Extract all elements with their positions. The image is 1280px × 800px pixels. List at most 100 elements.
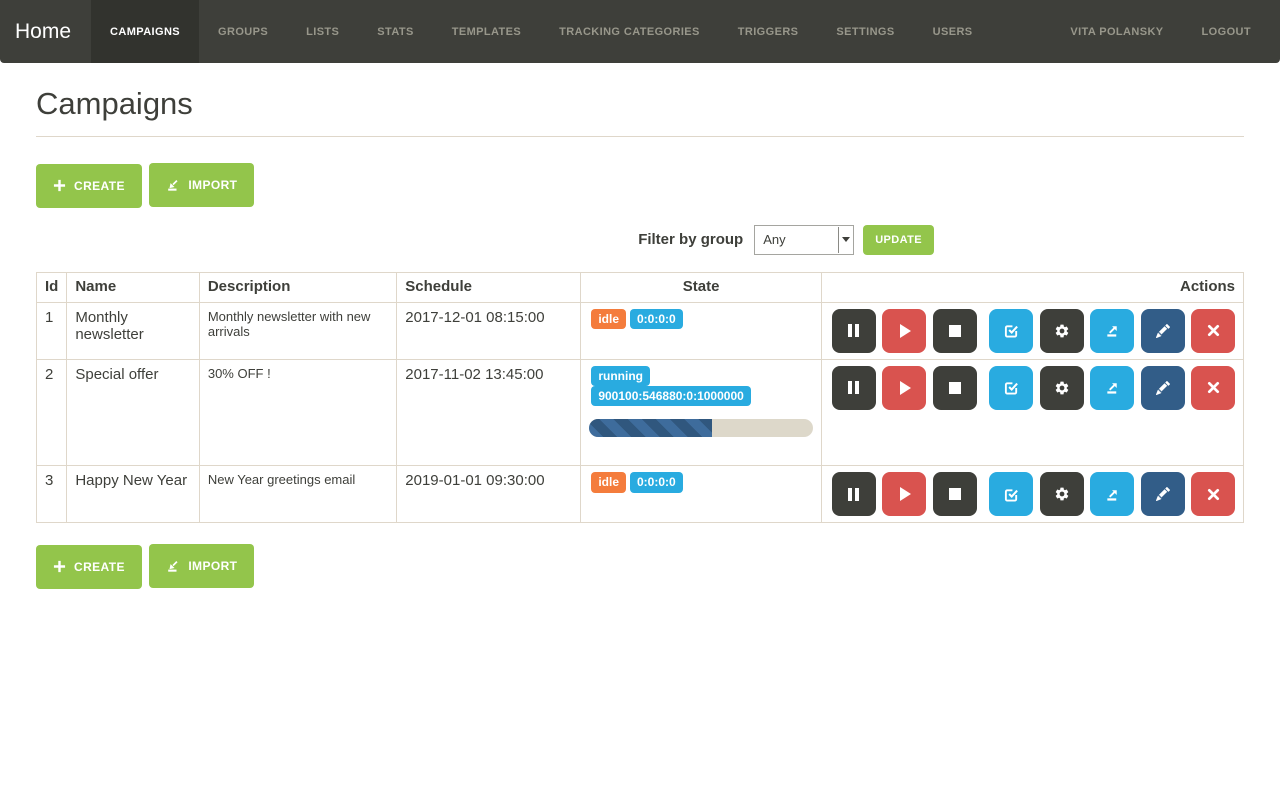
pause-button[interactable] — [832, 366, 876, 410]
pause-button[interactable] — [832, 309, 876, 353]
filter-row: Filter by group Any UPDATE — [36, 225, 1244, 255]
campaign-schedule: 2017-12-01 08:15:00 — [397, 302, 581, 359]
close-icon — [1207, 324, 1220, 337]
import-icon — [166, 559, 180, 573]
navbar-right-items: VITA POLANSKYLOGOUT — [1051, 0, 1280, 63]
export-icon — [1105, 323, 1120, 338]
nav-item-vita-polansky[interactable]: VITA POLANSKY — [1051, 0, 1182, 63]
counter-badge: 0:0:0:0 — [630, 472, 683, 492]
campaign-schedule: 2019-01-01 09:30:00 — [397, 466, 581, 523]
top-toolbar: CREATE IMPORT — [36, 163, 1244, 208]
check-square-icon — [1004, 487, 1019, 502]
import-button[interactable]: IMPORT — [149, 163, 254, 207]
stop-button[interactable] — [933, 366, 977, 410]
pencil-icon — [1156, 381, 1170, 395]
start-button[interactable] — [882, 309, 926, 353]
start-button[interactable] — [882, 472, 926, 516]
settings-button[interactable] — [1040, 366, 1084, 410]
navbar-items: CAMPAIGNSGROUPSLISTSSTATSTEMPLATESTRACKI… — [91, 0, 992, 63]
campaign-name: Special offer — [67, 359, 200, 466]
delete-button[interactable] — [1191, 366, 1235, 410]
edit-button[interactable] — [1141, 366, 1185, 410]
status-badge: idle — [591, 472, 626, 492]
nav-item-tracking-categories[interactable]: TRACKING CATEGORIES — [540, 0, 719, 63]
nav-item-settings[interactable]: SETTINGS — [817, 0, 913, 63]
stop-button[interactable] — [933, 472, 977, 516]
import-button-label: IMPORT — [188, 178, 237, 192]
create-button-label: CREATE — [74, 179, 125, 193]
enable-button[interactable] — [989, 472, 1033, 516]
chevron-down-icon — [838, 227, 853, 253]
main-content: Campaigns CREATE IMPORT Filter by group … — [0, 86, 1280, 589]
column-header-schedule: Schedule — [397, 272, 581, 302]
pause-button[interactable] — [832, 472, 876, 516]
settings-button[interactable] — [1040, 309, 1084, 353]
campaign-name: Monthly newsletter — [67, 302, 200, 359]
stop-button[interactable] — [933, 309, 977, 353]
column-header-state: State — [581, 272, 822, 302]
pencil-icon — [1156, 324, 1170, 338]
nav-item-campaigns[interactable]: CAMPAIGNS — [91, 0, 199, 63]
export-button[interactable] — [1090, 366, 1134, 410]
group-filter-selected-value: Any — [763, 232, 785, 247]
title-divider — [36, 136, 1244, 137]
pause-icon — [848, 324, 859, 337]
table-row: 1 Monthly newsletter Monthly newsletter … — [37, 302, 1244, 359]
nav-item-stats[interactable]: STATS — [358, 0, 432, 63]
nav-item-templates[interactable]: TEMPLATES — [433, 0, 540, 63]
navbar: Home CAMPAIGNSGROUPSLISTSSTATSTEMPLATEST… — [0, 0, 1280, 63]
column-header-name: Name — [67, 272, 200, 302]
close-icon — [1207, 381, 1220, 394]
home-brand[interactable]: Home — [0, 0, 91, 63]
import-button-label: IMPORT — [188, 559, 237, 573]
group-filter-select[interactable]: Any — [754, 225, 854, 255]
check-square-icon — [1004, 323, 1019, 338]
start-button[interactable] — [882, 366, 926, 410]
edit-button[interactable] — [1141, 472, 1185, 516]
edit-button[interactable] — [1141, 309, 1185, 353]
campaign-description: Monthly newsletter with new arrivals — [199, 302, 396, 359]
export-button[interactable] — [1090, 309, 1134, 353]
campaign-state-cell: idle0:0:0:0 — [581, 302, 822, 359]
campaign-id: 3 — [37, 466, 67, 523]
settings-button[interactable] — [1040, 472, 1084, 516]
update-button[interactable]: UPDATE — [863, 225, 934, 255]
import-button[interactable]: IMPORT — [149, 544, 254, 588]
enable-button[interactable] — [989, 366, 1033, 410]
close-icon — [1207, 488, 1220, 501]
nav-item-groups[interactable]: GROUPS — [199, 0, 287, 63]
play-icon — [900, 487, 911, 501]
pause-icon — [848, 488, 859, 501]
export-icon — [1105, 487, 1120, 502]
nav-item-triggers[interactable]: TRIGGERS — [719, 0, 818, 63]
campaigns-table-body: 1 Monthly newsletter Monthly newsletter … — [37, 302, 1244, 523]
nav-item-logout[interactable]: LOGOUT — [1183, 0, 1270, 63]
campaign-actions-cell — [821, 466, 1243, 523]
progress-bar-fill — [589, 419, 712, 437]
create-button[interactable]: CREATE — [36, 164, 142, 208]
pencil-icon — [1156, 487, 1170, 501]
gear-icon — [1054, 486, 1070, 502]
column-header-actions: Actions — [821, 272, 1243, 302]
stop-icon — [949, 382, 961, 394]
nav-item-lists[interactable]: LISTS — [287, 0, 358, 63]
create-button[interactable]: CREATE — [36, 545, 142, 589]
progress-bar — [589, 419, 813, 437]
plus-icon — [53, 560, 66, 573]
delete-button[interactable] — [1191, 472, 1235, 516]
delete-button[interactable] — [1191, 309, 1235, 353]
column-header-description: Description — [199, 272, 396, 302]
table-row: 2 Special offer 30% OFF ! 2017-11-02 13:… — [37, 359, 1244, 466]
nav-item-users[interactable]: USERS — [914, 0, 992, 63]
counter-badge: 0:0:0:0 — [630, 309, 683, 329]
plus-icon — [53, 179, 66, 192]
pause-icon — [848, 381, 859, 394]
stop-icon — [949, 325, 961, 337]
stop-icon — [949, 488, 961, 500]
campaign-state-cell: running900100:546880:0:1000000 — [581, 359, 822, 466]
export-button[interactable] — [1090, 472, 1134, 516]
campaign-id: 2 — [37, 359, 67, 466]
enable-button[interactable] — [989, 309, 1033, 353]
gear-icon — [1054, 380, 1070, 396]
campaign-state-cell: idle0:0:0:0 — [581, 466, 822, 523]
